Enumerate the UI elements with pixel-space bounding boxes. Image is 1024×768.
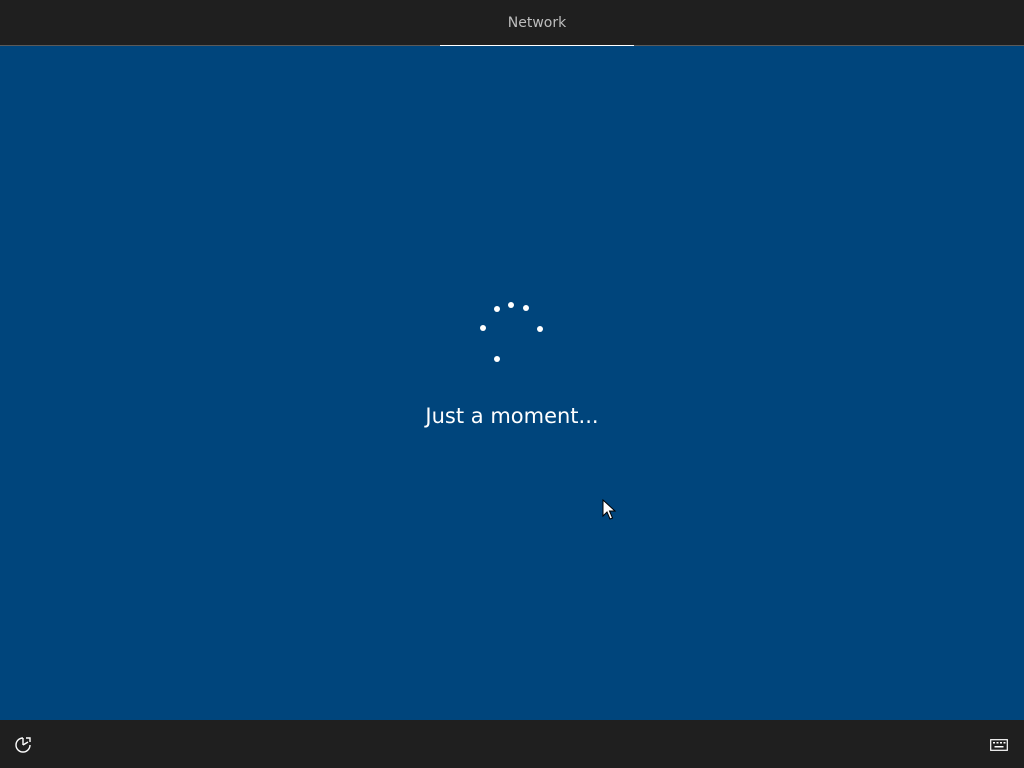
spinner-dot <box>508 302 514 308</box>
spinner-dot <box>494 306 500 312</box>
spinner-dot <box>480 325 486 331</box>
spinner-dot <box>537 326 543 332</box>
loading-spinner-icon <box>480 302 543 362</box>
on-screen-keyboard-button[interactable] <box>986 734 1012 756</box>
spinner-dot <box>523 305 529 311</box>
spinner-dot <box>494 356 500 362</box>
ease-of-access-icon <box>15 737 31 753</box>
main-content: Just a moment... <box>0 46 1024 720</box>
bottom-bar <box>0 720 1024 768</box>
ease-of-access-button[interactable] <box>10 734 36 756</box>
keyboard-icon <box>990 739 1008 751</box>
tab-network[interactable]: Network <box>440 0 634 47</box>
mouse-cursor-icon <box>602 499 616 520</box>
top-bar: Network <box>0 0 1024 47</box>
status-message: Just a moment... <box>425 404 599 428</box>
tab-network-label: Network <box>507 15 567 31</box>
